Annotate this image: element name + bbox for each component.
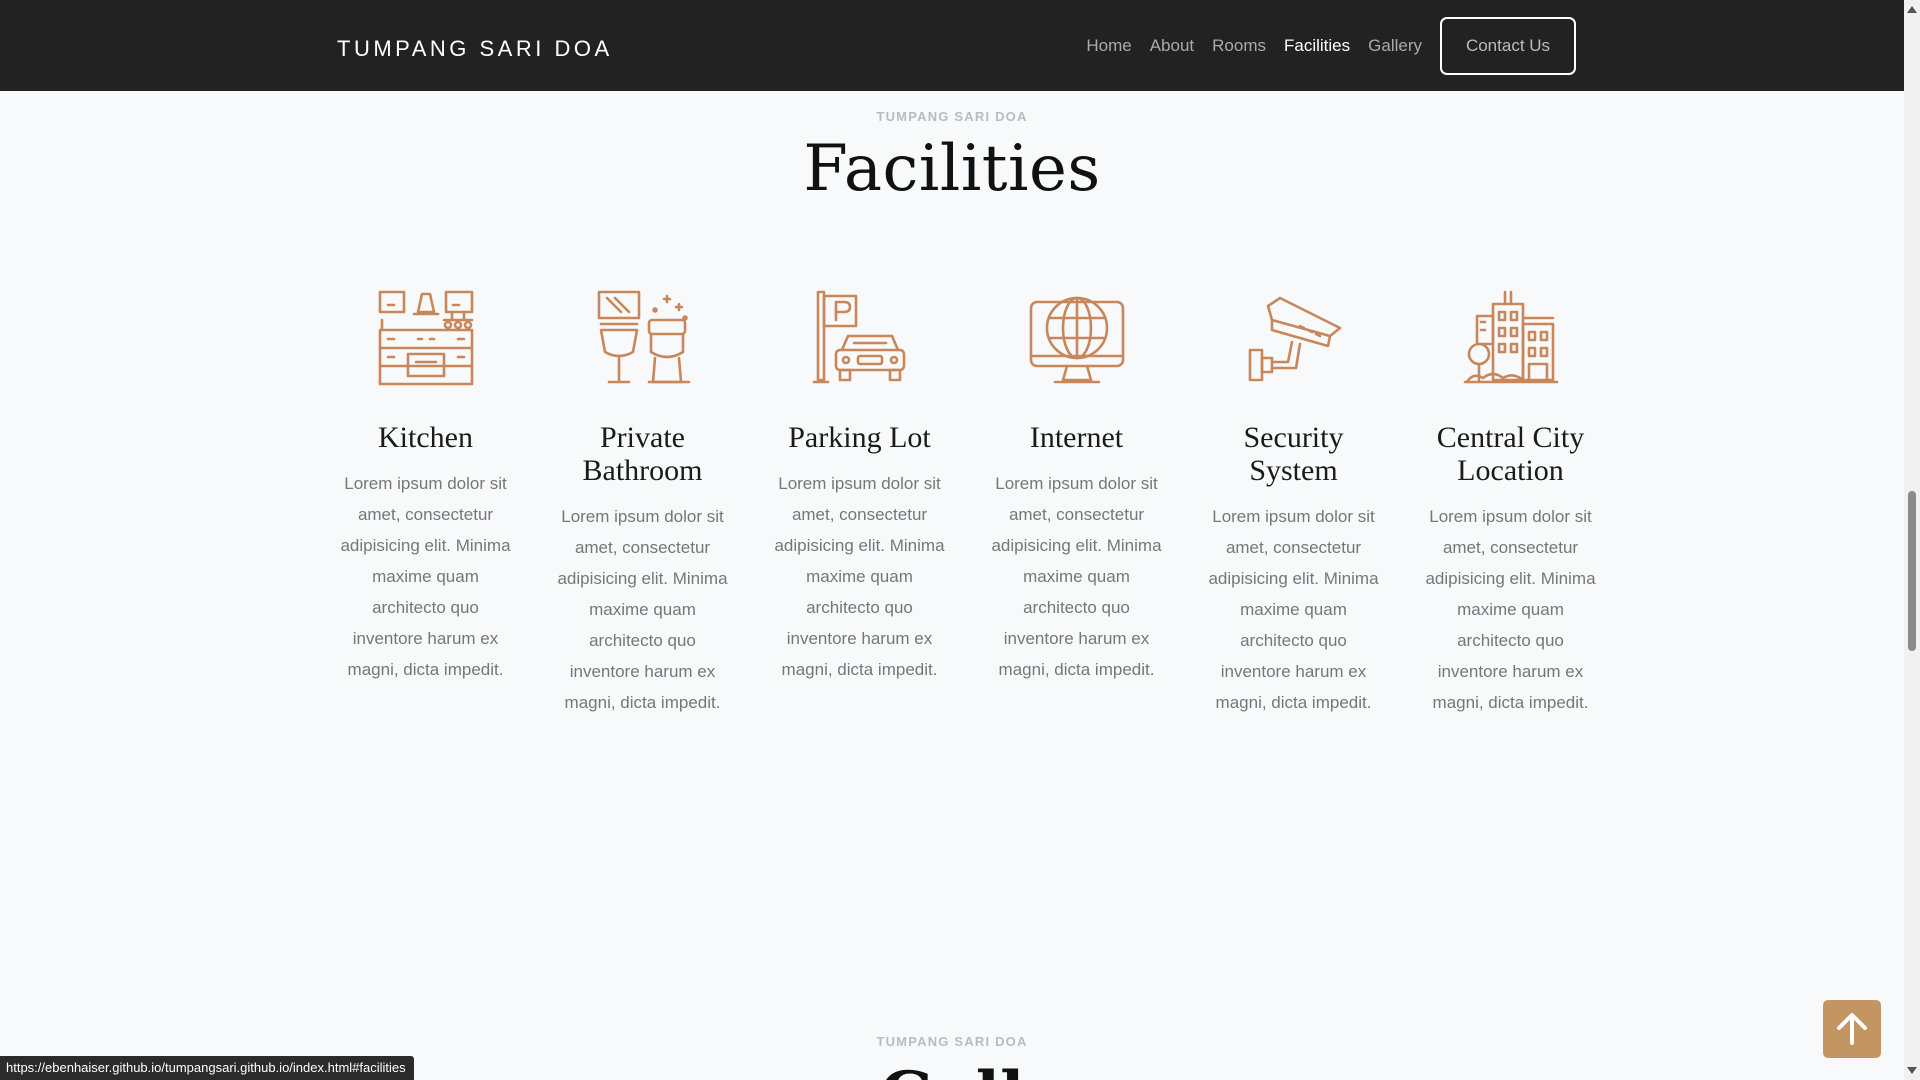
facility-title: Security System [1243, 421, 1344, 487]
facilities-cards: Kitchen Lorem ipsum dolor sit amet, cons… [317, 290, 1619, 718]
facilities-eyebrow: TUMPANG SARI DOA [876, 109, 1028, 124]
bathroom-icon [595, 290, 691, 386]
nav-link-gallery[interactable]: Gallery [1359, 17, 1431, 75]
scrollbar[interactable] [1904, 0, 1920, 1080]
arrow-up-icon [1837, 1013, 1867, 1045]
gallery-eyebrow: TUMPANG SARI DOA [876, 1034, 1028, 1049]
facility-description: Lorem ipsum dolor sit amet, consectetur … [1425, 507, 1596, 712]
nav-link-facilities[interactable]: Facilities [1275, 17, 1359, 75]
kitchen-icon [378, 290, 474, 386]
facility-description: Lorem ipsum dolor sit amet, consectetur … [557, 507, 728, 712]
status-bar-url: https://ebenhaiser.github.io/tumpangsari… [0, 1056, 414, 1080]
internet-icon [1029, 290, 1125, 386]
facility-title: Kitchen [378, 421, 473, 454]
parking-icon [812, 290, 908, 386]
facility-description: Lorem ipsum dolor sit amet, consectetur … [991, 474, 1162, 679]
nav-link-about[interactable]: About [1141, 17, 1203, 75]
facility-card-bathroom: Private Bathroom Lorem ipsum dolor sit a… [534, 290, 751, 718]
brand-logo[interactable]: TUMPANG SARI DOA [337, 36, 613, 62]
facility-card-kitchen: Kitchen Lorem ipsum dolor sit amet, cons… [317, 290, 534, 718]
facility-description: Lorem ipsum dolor sit amet, consectetur … [1208, 507, 1379, 712]
facility-title: Internet [1029, 421, 1124, 454]
facility-description: Lorem ipsum dolor sit amet, consectetur … [340, 474, 511, 679]
navbar: TUMPANG SARI DOA Home About Rooms Facili… [0, 0, 1904, 91]
facility-title: Private Bathroom [582, 421, 703, 487]
scrollbar-thumb[interactable] [1908, 491, 1916, 651]
facility-card-city: Central City Location Lorem ipsum dolor … [1402, 290, 1619, 718]
scroll-up-icon[interactable] [1907, 6, 1917, 13]
contact-us-button[interactable]: Contact Us [1440, 17, 1576, 75]
facility-card-security: Security System Lorem ipsum dolor sit am… [1185, 290, 1402, 718]
back-to-top-button[interactable] [1823, 1000, 1881, 1058]
facilities-title: Facilities [803, 132, 1101, 206]
city-buildings-icon [1463, 290, 1559, 386]
scroll-down-icon[interactable] [1907, 1067, 1917, 1074]
facility-title: Parking Lot [788, 421, 931, 454]
facility-description: Lorem ipsum dolor sit amet, consectetur … [774, 474, 945, 679]
nav-links: Home About Rooms Facilities Gallery Cont… [1077, 17, 1576, 75]
security-camera-icon [1246, 290, 1342, 386]
nav-link-rooms[interactable]: Rooms [1203, 17, 1275, 75]
facility-card-parking: Parking Lot Lorem ipsum dolor sit amet, … [751, 290, 968, 718]
facility-card-internet: Internet Lorem ipsum dolor sit amet, con… [968, 290, 1185, 718]
facility-title: Central City Location [1436, 421, 1585, 487]
nav-link-home[interactable]: Home [1077, 17, 1140, 75]
